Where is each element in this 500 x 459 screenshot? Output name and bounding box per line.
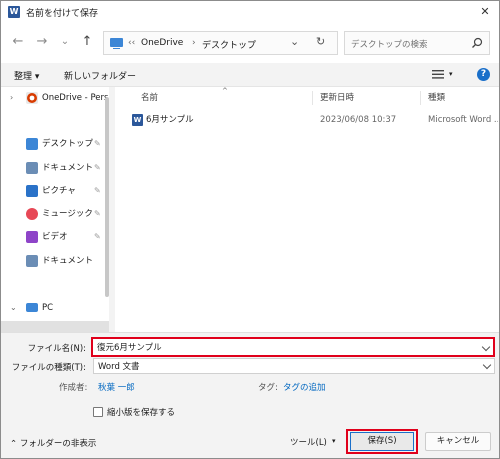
sidebar-item-label: ミュージック: [42, 209, 93, 219]
expand-chevron-icon[interactable]: ⌄: [10, 299, 17, 317]
documents-folder-icon: [26, 162, 38, 174]
sidebar-item-selected[interactable]: [1, 321, 109, 332]
save-form: ファイル名(N): 復元6月サンプル ファイルの種類(T): Word 文書 作…: [1, 332, 499, 428]
sidebar-item-pictures[interactable]: ピクチャ ✎: [1, 182, 109, 200]
window-title: 名前を付けて保存: [26, 9, 99, 19]
column-divider[interactable]: [312, 91, 313, 105]
sidebar-item-label: ドキュメント: [42, 256, 94, 266]
breadcrumb-desktop[interactable]: デスクトップ: [202, 38, 256, 51]
column-header-date[interactable]: 更新日時: [320, 91, 354, 103]
filetype-select[interactable]: Word 文書: [93, 358, 495, 374]
breadcrumb-onedrive[interactable]: OneDrive: [141, 38, 183, 48]
save-button[interactable]: 保存(S): [350, 432, 414, 451]
filetype-dropdown-icon[interactable]: [482, 360, 492, 370]
sidebar-item-label: ピクチャ: [42, 186, 76, 196]
sidebar-item-label: PC: [42, 303, 54, 313]
pin-icon[interactable]: ✎: [94, 182, 101, 200]
sidebar-item-label: OneDrive - Pers: [42, 93, 109, 103]
file-list: ^ 名前 更新日時 種類 W 6月サンプル 2023/06/08 10:37 M…: [115, 87, 499, 332]
breadcrumb-separator: ‹‹: [128, 38, 136, 48]
tools-button[interactable]: ツール(L): [290, 436, 327, 448]
organize-button[interactable]: 整理 ▾: [14, 69, 39, 82]
collapse-caret-icon: ⌃: [10, 439, 18, 449]
breadcrumb-chevron-icon: ›: [192, 38, 196, 48]
filetype-value: Word 文書: [98, 362, 140, 372]
navigation-bar: ← → ⌄ ↑ ‹‹ OneDrive › デスクトップ ⌄ ↻ デスクトップの…: [1, 23, 499, 63]
filename-dropdown-icon[interactable]: [481, 342, 491, 352]
word-document-icon: W: [132, 114, 143, 126]
address-bar[interactable]: ‹‹ OneDrive › デスクトップ ⌄ ↻: [103, 31, 338, 55]
sidebar-item-desktop[interactable]: デスクトップ ✎: [1, 135, 109, 153]
close-button[interactable]: ✕: [475, 3, 495, 21]
onedrive-icon: [26, 92, 38, 104]
pin-icon[interactable]: ✎: [94, 205, 101, 223]
sidebar-item-pc[interactable]: ⌄ PC: [1, 299, 109, 317]
search-box[interactable]: デスクトップの検索: [344, 31, 490, 55]
pin-icon[interactable]: ✎: [94, 228, 101, 246]
filename-label: ファイル名(N):: [27, 344, 86, 354]
tags-value[interactable]: タグの追加: [283, 381, 326, 393]
sidebar-item-documents[interactable]: ドキュメント ✎: [1, 159, 109, 177]
column-header-name[interactable]: 名前: [141, 91, 158, 103]
up-button[interactable]: ↑: [79, 34, 95, 50]
bottom-bar: ⌃ フォルダーの非表示 ツール(L) ▾ 保存(S) キャンセル: [1, 428, 499, 458]
sidebar-item-documents-2[interactable]: ドキュメント: [1, 252, 109, 270]
pin-icon[interactable]: ✎: [94, 159, 101, 177]
filename-value: 復元6月サンプル: [97, 343, 162, 353]
file-row[interactable]: W 6月サンプル 2023/06/08 10:37 Microsoft Word…: [115, 111, 499, 129]
back-button[interactable]: ←: [10, 34, 26, 50]
file-date: 2023/06/08 10:37: [320, 115, 397, 125]
refresh-icon[interactable]: ↻: [316, 35, 325, 48]
thumbnail-checkbox[interactable]: [93, 407, 103, 417]
sidebar-item-onedrive[interactable]: › OneDrive - Pers: [1, 89, 109, 107]
tags-label: タグ:: [258, 383, 278, 393]
view-dropdown-icon[interactable]: ▾: [449, 70, 453, 78]
filetype-label: ファイルの種類(T):: [11, 363, 86, 373]
search-icon[interactable]: [471, 37, 483, 49]
file-name: 6月サンプル: [146, 115, 194, 125]
tools-dropdown-icon[interactable]: ▾: [332, 437, 336, 445]
music-folder-icon: [26, 208, 38, 220]
pc-icon: [110, 38, 123, 49]
hide-folders-button[interactable]: ⌃ フォルダーの非表示: [10, 437, 96, 449]
column-divider[interactable]: [420, 91, 421, 105]
view-options-icon[interactable]: [432, 70, 444, 79]
search-placeholder: デスクトップの検索: [351, 40, 428, 50]
filename-input[interactable]: 復元6月サンプル: [91, 337, 495, 357]
save-as-dialog: W 名前を付けて保存 ✕ ← → ⌄ ↑ ‹‹ OneDrive › デスクトッ…: [0, 0, 500, 459]
word-app-icon: W: [8, 6, 20, 18]
command-bar: 整理 ▾ 新しいフォルダー ▾ ?: [1, 63, 499, 87]
navigation-pane: › OneDrive - Pers デスクトップ ✎ ドキュメント ✎ ピクチャ…: [1, 87, 109, 332]
pc-icon: [26, 303, 38, 312]
pin-icon[interactable]: ✎: [94, 135, 101, 153]
recent-locations-button[interactable]: ⌄: [57, 34, 73, 50]
author-value[interactable]: 秋葉 一郎: [98, 381, 135, 393]
title-bar: W 名前を付けて保存 ✕: [1, 1, 499, 23]
sidebar-item-music[interactable]: ミュージック ✎: [1, 205, 109, 223]
sidebar-item-label: ドキュメント: [42, 163, 94, 173]
documents-folder-icon: [26, 255, 38, 267]
sort-ascending-icon: ^: [222, 87, 228, 95]
new-folder-button[interactable]: 新しいフォルダー: [64, 69, 136, 82]
sidebar-item-videos[interactable]: ビデオ ✎: [1, 228, 109, 246]
sidebar-item-label: ビデオ: [42, 232, 68, 242]
forward-button[interactable]: →: [34, 34, 50, 50]
author-label: 作成者:: [59, 383, 88, 393]
cancel-button[interactable]: キャンセル: [425, 432, 491, 451]
expand-chevron-icon[interactable]: ›: [10, 89, 13, 107]
help-icon[interactable]: ?: [477, 68, 490, 81]
sidebar-item-label: デスクトップ: [42, 139, 94, 149]
thumbnail-label[interactable]: 縮小版を保存する: [107, 406, 175, 418]
hide-folders-label: フォルダーの非表示: [19, 439, 97, 449]
sidebar-scrollbar[interactable]: [105, 97, 109, 297]
pictures-folder-icon: [26, 185, 38, 197]
videos-folder-icon: [26, 231, 38, 243]
desktop-folder-icon: [26, 138, 38, 150]
address-dropdown-icon[interactable]: ⌄: [290, 35, 299, 48]
column-header-type[interactable]: 種類: [428, 91, 445, 103]
file-type: Microsoft Word ...: [428, 115, 498, 125]
